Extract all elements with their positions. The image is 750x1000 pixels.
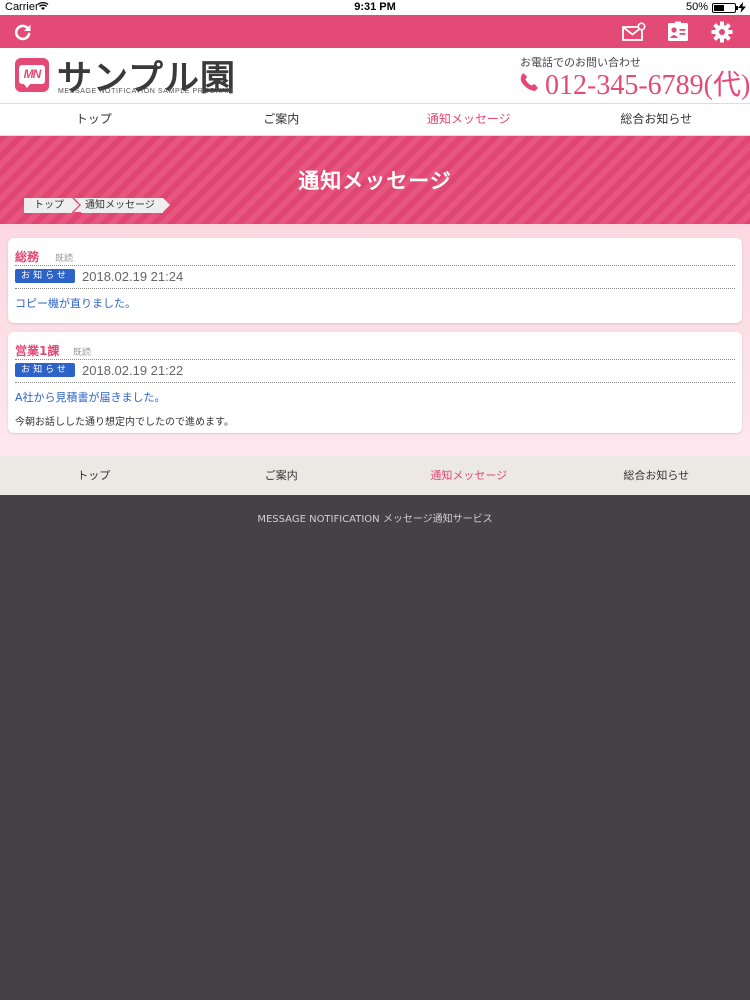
battery-percent: 50% <box>685 1 708 13</box>
message-subject[interactable]: A社から見積書が届きました。 <box>15 389 166 405</box>
footer-nav: トップ ご案内 通知メッセージ 総合お知らせ <box>0 456 750 495</box>
page-title: 通知メッセージ <box>298 169 452 193</box>
footer-nav-top[interactable]: トップ <box>0 456 188 495</box>
page-hero: 通知メッセージ トップ 通知メッセージ <box>0 136 750 224</box>
mail-notify-icon <box>622 22 646 41</box>
footer-nav-news[interactable]: 総合お知らせ <box>563 456 750 495</box>
refresh-icon <box>14 24 31 41</box>
contact-button[interactable] <box>665 19 691 45</box>
notice-badge: お知らせ <box>15 363 75 377</box>
footer-nav-messages[interactable]: 通知メッセージ <box>375 456 563 495</box>
nav-item-messages[interactable]: 通知メッセージ <box>375 104 563 135</box>
message-date: 2018.02.19 21:22 <box>82 363 184 378</box>
notice-badge: お知らせ <box>15 269 75 283</box>
logo-badge-text: MN <box>19 65 45 84</box>
message-subject[interactable]: コピー機が直りました。 <box>15 295 136 311</box>
battery-icon <box>712 3 738 13</box>
read-status: 既読 <box>55 254 74 264</box>
site-subtitle: MESSAGE NOTIFICATION SAMPLE PROGRAM <box>58 88 233 95</box>
nav-item-guide[interactable]: ご案内 <box>188 104 376 135</box>
logo-badge: MN <box>15 58 49 92</box>
read-status: 既読 <box>73 348 92 358</box>
breadcrumb-current: 通知メッセージ <box>74 198 170 213</box>
settings-button[interactable] <box>709 19 735 45</box>
message-body: 今朝お話しした通り想定内でしたので進めます。 <box>15 417 234 428</box>
nav-item-news[interactable]: 総合お知らせ <box>563 104 750 135</box>
message-card[interactable]: 営業1課 既読 お知らせ 2018.02.19 21:22 A社から見積書が届き… <box>8 332 742 433</box>
main-nav: トップ ご案内 通知メッセージ 総合お知らせ <box>0 103 750 136</box>
phone-icon <box>520 73 538 91</box>
contact-card-icon <box>668 21 688 41</box>
site-header: MN サンプル園 MESSAGE NOTIFICATION SAMPLE PRO… <box>0 48 750 103</box>
notification-mail-button[interactable] <box>621 19 647 45</box>
phone-number[interactable]: 012-345-6789(代) <box>545 63 750 103</box>
message-sender: 総務 <box>15 250 40 264</box>
refresh-button[interactable] <box>10 19 36 45</box>
app-bar <box>0 15 750 48</box>
gear-icon <box>711 21 733 43</box>
charging-icon <box>738 2 746 13</box>
clock: 9:31 PM <box>354 1 396 13</box>
footer-nav-guide[interactable]: ご案内 <box>188 456 376 495</box>
breadcrumb: トップ 通知メッセージ <box>24 198 170 213</box>
status-bar: Carrier 9:31 PM 50% <box>0 0 750 15</box>
message-date: 2018.02.19 21:24 <box>82 269 184 284</box>
message-card[interactable]: 総務 既読 お知らせ 2018.02.19 21:24 コピー機が直りました。 <box>8 238 742 323</box>
footer-copyright: MESSAGE NOTIFICATION メッセージ通知サービス <box>257 514 493 525</box>
message-sender: 営業1課 <box>15 344 60 358</box>
message-list: 総務 既読 お知らせ 2018.02.19 21:24 コピー機が直りました。 … <box>0 224 750 456</box>
nav-item-top[interactable]: トップ <box>0 104 188 135</box>
site-footer: MESSAGE NOTIFICATION メッセージ通知サービス <box>0 495 750 1000</box>
breadcrumb-top[interactable]: トップ <box>24 198 79 213</box>
